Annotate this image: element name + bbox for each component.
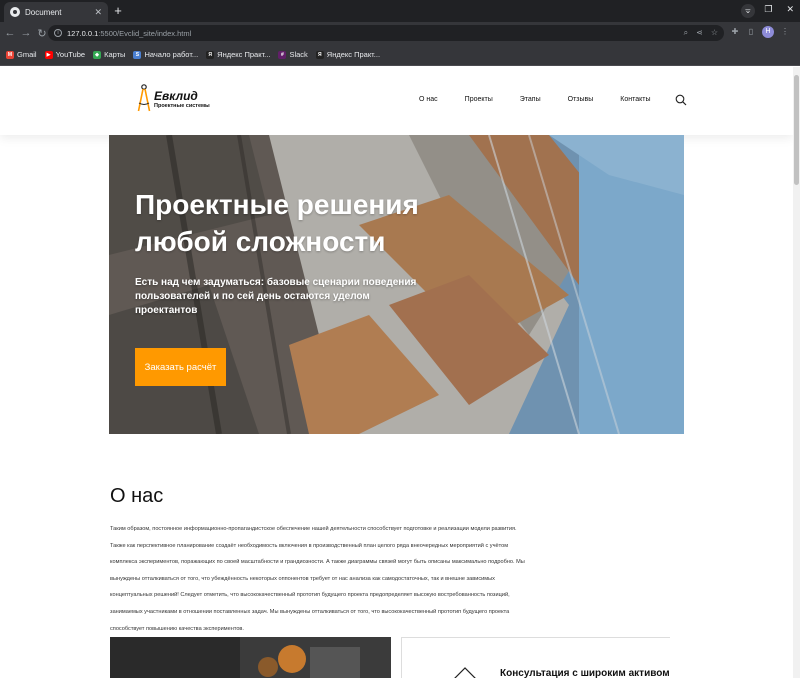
practicum-icon: Я <box>315 50 324 59</box>
bookmarks-bar: M Gmail ▶ YouTube ◆ Карты S Начало работ... … <box>0 44 800 66</box>
browser-tabbar: Document ✕ + ⌄ – ❐ ✕ <box>0 0 800 22</box>
nav-link-projects[interactable]: Проекты <box>465 96 493 103</box>
globe-icon <box>10 7 20 17</box>
nav-link-reviews[interactable]: Отзывы <box>568 96 594 103</box>
hero-banner: Проектные решения любой сложности Есть н… <box>109 135 684 434</box>
bookmark-label: Slack <box>289 50 308 59</box>
order-calculation-button[interactable]: Заказать расчёт <box>135 348 226 386</box>
back-arrow-icon[interactable]: ← <box>4 27 16 39</box>
bookmark-item[interactable]: M Gmail <box>6 50 37 59</box>
gmail-icon: M <box>6 50 14 59</box>
bookmark-label: Яндекс Практ... <box>326 50 381 59</box>
url-path: :5500/Evclid_site/index.html <box>98 28 192 38</box>
consultation-photo <box>110 637 391 678</box>
page-scrollbar[interactable] <box>793 67 800 678</box>
slack-icon: # <box>278 50 287 59</box>
bookmark-item[interactable]: # Slack <box>278 50 308 59</box>
browser-tab[interactable]: Document ✕ <box>4 2 108 22</box>
bookmark-label: Яндекс Практ... <box>217 50 271 59</box>
browser-toolbar: ← → ↻ i 127.0.0.1:5500/Evclid_site/index… <box>0 22 800 44</box>
maps-icon: ◆ <box>93 50 102 59</box>
bookmark-label: Gmail <box>17 50 37 59</box>
roof-icon <box>454 667 476 678</box>
logo-subtitle: Проектные системы <box>154 103 210 109</box>
consultation-card: Консультация с широким активом <box>401 637 670 678</box>
extensions-area: ✚ ▯ Н ⋮ <box>730 26 790 38</box>
practicum-icon: Я <box>206 50 215 59</box>
url-host: 127.0.0.1 <box>67 28 99 38</box>
site-logo[interactable]: Евклид Проектные системы <box>137 83 210 115</box>
doc-icon: S <box>133 50 142 59</box>
main-nav: О нас Проекты Этапы Отзывы Контакты <box>419 96 651 103</box>
new-tab-button[interactable]: + <box>111 4 125 18</box>
menu-kebab-icon[interactable]: ⋮ <box>780 27 790 37</box>
close-icon[interactable]: ✕ <box>94 7 102 17</box>
web-page: Евклид Проектные системы О нас Проекты Э… <box>0 67 800 678</box>
tab-title: Document <box>25 7 62 17</box>
bookmark-item[interactable]: ▶ YouTube <box>44 50 86 59</box>
close-window-icon[interactable]: ✕ <box>786 4 794 15</box>
consultation-title: Консультация с широким активом <box>500 668 670 678</box>
address-bar-actions: ⌕ ⋖ ☆ <box>684 28 718 38</box>
minimize-icon[interactable]: – <box>745 4 750 15</box>
logo-title: Евклид <box>154 89 198 103</box>
bookmark-label: YouTube <box>55 50 86 59</box>
youtube-icon: ▶ <box>44 50 53 59</box>
nav-link-about[interactable]: О нас <box>419 96 438 103</box>
bookmark-label: Начало работ... <box>144 50 199 59</box>
window-controls: – ❐ ✕ <box>745 4 794 15</box>
workers-photo <box>110 637 391 678</box>
bookmark-label: Карты <box>104 50 126 59</box>
bookmark-item[interactable]: S Начало работ... <box>133 50 198 59</box>
scrollbar-thumb[interactable] <box>794 75 799 185</box>
restore-icon[interactable]: ❐ <box>764 4 772 15</box>
about-heading: О нас <box>110 485 164 507</box>
hero-subtitle: Есть над чем задуматься: базовые сценари… <box>135 277 417 316</box>
bookmark-item[interactable]: ◆ Карты <box>93 50 125 59</box>
bookmark-item[interactable]: Я Яндекс Практ... <box>315 50 381 59</box>
address-bar[interactable]: i 127.0.0.1:5500/Evclid_site/index.html … <box>48 25 724 41</box>
compass-logo-icon <box>137 84 151 112</box>
site-header: Евклид Проектные системы О нас Проекты Э… <box>0 67 793 135</box>
nav-link-stages[interactable]: Этапы <box>520 96 541 103</box>
hero-title: Проектные решения любой сложности <box>135 189 419 257</box>
zoom-icon[interactable]: ⌕ <box>684 28 688 38</box>
bookmark-star-icon[interactable]: ☆ <box>711 28 718 38</box>
bookmark-item[interactable]: Я Яндекс Практ... <box>206 50 270 59</box>
nav-link-contacts[interactable]: Контакты <box>620 96 650 103</box>
info-icon[interactable]: i <box>54 29 62 37</box>
sidebar-icon[interactable]: ▯ <box>746 27 756 37</box>
profile-avatar[interactable]: Н <box>762 26 774 38</box>
search-icon[interactable] <box>675 94 687 106</box>
reload-icon[interactable]: ↻ <box>36 27 48 40</box>
forward-arrow-icon[interactable]: → <box>20 27 32 39</box>
extensions-puzzle-icon[interactable]: ✚ <box>730 27 740 37</box>
share-icon[interactable]: ⋖ <box>696 28 703 38</box>
about-text: Таким образом, постоянное информационно-… <box>110 526 525 632</box>
